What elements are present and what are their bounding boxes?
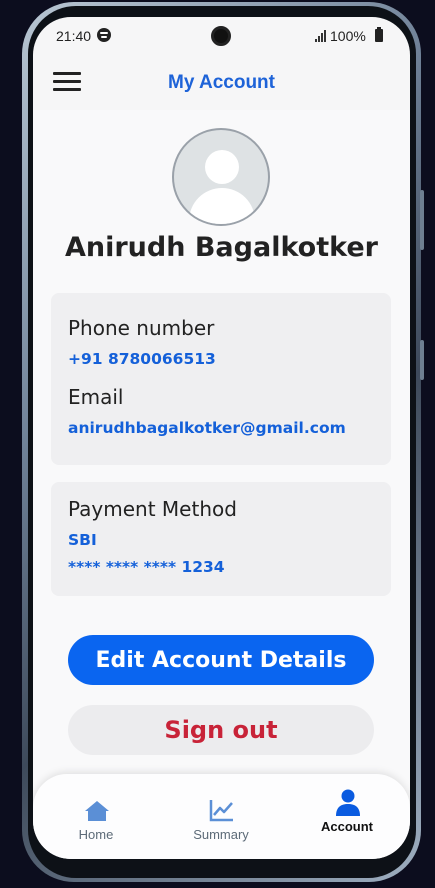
nav-summary[interactable]: Summary <box>166 774 276 854</box>
phone-label: Phone number <box>68 316 215 340</box>
bottom-nav: Home Summary Account <box>33 774 410 859</box>
email-value: anirudhbagalkotker@gmail.com <box>68 419 346 437</box>
signal-icon <box>315 30 329 42</box>
app-bar: My Account <box>33 55 410 110</box>
edit-account-button[interactable]: Edit Account Details <box>68 635 374 685</box>
status-bar: 21:40 100% <box>33 17 410 55</box>
page-title: My Account <box>168 72 275 93</box>
nav-account[interactable]: Account <box>292 774 402 854</box>
volume-button <box>420 190 424 250</box>
nav-summary-label: Summary <box>193 827 249 842</box>
email-label: Email <box>68 385 124 409</box>
phone-value: +91 8780066513 <box>68 350 216 368</box>
sign-out-button[interactable]: Sign out <box>68 705 374 755</box>
payment-bank: SBI <box>68 531 97 549</box>
payment-card-number: **** **** **** 1234 <box>68 558 225 576</box>
power-button <box>420 340 424 380</box>
camera-icon <box>211 26 231 46</box>
nav-home-label: Home <box>78 827 114 842</box>
person-icon <box>336 789 360 816</box>
home-icon <box>85 801 109 821</box>
nav-account-label: Account <box>321 819 373 834</box>
nav-home[interactable]: Home <box>41 774 151 854</box>
battery-icon <box>375 27 383 42</box>
user-name: Anirudh Bagalkotker <box>64 232 378 263</box>
payment-card: Payment Method SBI **** **** **** 1234 <box>51 482 391 596</box>
battery-percent: 100% <box>330 28 366 44</box>
spotify-icon <box>97 28 111 42</box>
payment-method-label: Payment Method <box>68 497 237 521</box>
status-time: 21:40 <box>56 28 92 44</box>
screen: 21:40 100% My Account Anirudh Bagalkotke… <box>33 17 410 859</box>
contact-card: Phone number +91 8780066513 Email anirud… <box>51 293 391 465</box>
account-content: Anirudh Bagalkotker Phone number +91 878… <box>33 110 410 790</box>
chart-icon <box>209 800 233 822</box>
user-avatar-icon <box>172 128 270 226</box>
